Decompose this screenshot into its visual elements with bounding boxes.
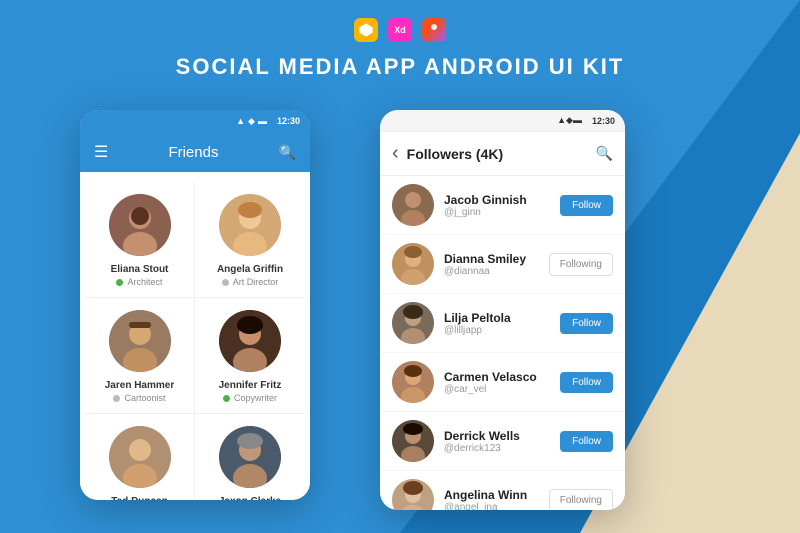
follower-avatar-2: [392, 243, 434, 285]
friend-avatar-5: [109, 426, 171, 488]
follower-info-3: Lilja Peltola @lilljapp: [444, 311, 550, 336]
friend-card-3[interactable]: Jaren Hammer Cartoonist: [85, 298, 195, 414]
follower-handle-2: @diannaa: [444, 266, 539, 277]
follower-item-5[interactable]: Derrick Wells @derrick123 Follow: [380, 412, 625, 471]
followers-header: ‹ Followers (4K) 🔍: [380, 132, 625, 176]
follow-button-3[interactable]: Follow: [560, 313, 613, 334]
follower-handle-1: @j_ginn: [444, 207, 550, 218]
follower-info-4: Carmen Velasco @car_vel: [444, 370, 550, 395]
follower-avatar-1: [392, 184, 434, 226]
friend-avatar-4: [219, 310, 281, 372]
friend-card-5[interactable]: Tad Duncan Editor: [85, 414, 195, 500]
follower-item-1[interactable]: Jacob Ginnish @j_ginn Follow: [380, 176, 625, 235]
follower-name-1: Jacob Ginnish: [444, 193, 550, 207]
follower-avatar-6: [392, 479, 434, 510]
battery-icon: ▬: [258, 116, 267, 126]
friend-name-5: Tad Duncan: [111, 496, 167, 500]
follower-avatar-5: [392, 420, 434, 462]
tool-icons-row: Xd: [354, 18, 446, 42]
follower-info-6: Angelina Winn @angel_ina: [444, 488, 539, 511]
followers-status-bar: ▲◆▬ 12:30: [380, 110, 625, 132]
wifi-icon: ◆: [248, 116, 255, 127]
follower-handle-4: @car_vel: [444, 384, 550, 395]
friend-dot-2: [222, 279, 229, 286]
friends-status-icons: ▲ ◆ ▬: [236, 116, 267, 127]
follower-handle-3: @lilljapp: [444, 325, 550, 336]
followers-phone: ▲◆▬ 12:30 ‹ Followers (4K) 🔍 Jacob Ginni…: [380, 110, 625, 510]
friend-status-4: Copywriter: [223, 393, 277, 403]
figma-icon: [422, 18, 446, 42]
follower-name-2: Dianna Smiley: [444, 252, 539, 266]
follower-handle-5: @derrick123: [444, 443, 550, 454]
friends-time: 12:30: [277, 116, 300, 126]
sketch-icon: [354, 18, 378, 42]
friend-card-6[interactable]: Jaxon Clarke Illustrator: [195, 414, 305, 500]
friends-search-icon[interactable]: 🔍: [279, 144, 296, 161]
friend-name-3: Jaren Hammer: [105, 380, 174, 391]
follower-name-3: Lilja Peltola: [444, 311, 550, 325]
follower-avatar-4: [392, 361, 434, 403]
friend-card-2[interactable]: Angela Griffin Art Director: [195, 182, 305, 298]
friend-title-3: Cartoonist: [124, 393, 165, 403]
friend-name-4: Jennifer Fritz: [219, 380, 282, 391]
signal-icon-f: ▲◆▬: [557, 115, 582, 125]
xd-icon: Xd: [388, 18, 412, 42]
friend-avatar-3: [109, 310, 171, 372]
friend-name-2: Angela Griffin: [217, 264, 283, 275]
follower-info-1: Jacob Ginnish @j_ginn: [444, 193, 550, 218]
follower-avatar-3: [392, 302, 434, 344]
friend-card-4[interactable]: Jennifer Fritz Copywriter: [195, 298, 305, 414]
friend-dot-3: [113, 395, 120, 402]
friend-status-1: Architect: [116, 277, 162, 287]
follower-item-6[interactable]: Angelina Winn @angel_ina Following: [380, 471, 625, 510]
friend-dot-1: [116, 279, 123, 286]
follower-info-5: Derrick Wells @derrick123: [444, 429, 550, 454]
friends-header: ☰ Friends 🔍: [80, 132, 310, 172]
friend-dot-4: [223, 395, 230, 402]
following-button-2[interactable]: Following: [549, 253, 613, 276]
back-button[interactable]: ‹: [392, 142, 399, 165]
follower-item-3[interactable]: Lilja Peltola @lilljapp Follow: [380, 294, 625, 353]
followers-header-title: Followers (4K): [407, 146, 588, 162]
friends-grid: Eliana Stout Architect Angela Griffin Ar…: [80, 172, 310, 500]
menu-icon[interactable]: ☰: [94, 142, 108, 162]
follower-info-2: Dianna Smiley @diannaa: [444, 252, 539, 277]
follower-item-2[interactable]: Dianna Smiley @diannaa Following: [380, 235, 625, 294]
friend-title-2: Art Director: [233, 277, 279, 287]
following-button-6[interactable]: Following: [549, 489, 613, 511]
follow-button-5[interactable]: Follow: [560, 431, 613, 452]
follow-button-1[interactable]: Follow: [560, 195, 613, 216]
friend-avatar-1: [109, 194, 171, 256]
follower-name-6: Angelina Winn: [444, 488, 539, 502]
follower-item-4[interactable]: Carmen Velasco @car_vel Follow: [380, 353, 625, 412]
friends-status-bar: ▲ ◆ ▬ 12:30: [80, 110, 310, 132]
page-title: SOCIAL MEDIA APP ANDROID UI KIT: [176, 54, 625, 80]
friend-avatar-2: [219, 194, 281, 256]
friend-card-1[interactable]: Eliana Stout Architect: [85, 182, 195, 298]
friends-phone: ▲ ◆ ▬ 12:30 ☰ Friends 🔍 Eliana Stout: [80, 110, 310, 500]
follower-name-5: Derrick Wells: [444, 429, 550, 443]
followers-search-icon[interactable]: 🔍: [596, 145, 613, 162]
friend-name-6: Jaxon Clarke: [219, 496, 281, 500]
friend-name-1: Eliana Stout: [111, 264, 169, 275]
friend-title-1: Architect: [127, 277, 162, 287]
friends-header-title: Friends: [168, 144, 218, 161]
friend-status-2: Art Director: [222, 277, 279, 287]
followers-status-icons: ▲◆▬: [557, 115, 582, 126]
followers-time: 12:30: [592, 116, 615, 126]
follower-name-4: Carmen Velasco: [444, 370, 550, 384]
friend-status-3: Cartoonist: [113, 393, 165, 403]
friend-title-4: Copywriter: [234, 393, 277, 403]
follower-handle-6: @angel_ina: [444, 502, 539, 511]
follow-button-4[interactable]: Follow: [560, 372, 613, 393]
friend-avatar-6: [219, 426, 281, 488]
signal-icon: ▲: [236, 116, 245, 126]
followers-list: Jacob Ginnish @j_ginn Follow Dianna Smil…: [380, 176, 625, 510]
